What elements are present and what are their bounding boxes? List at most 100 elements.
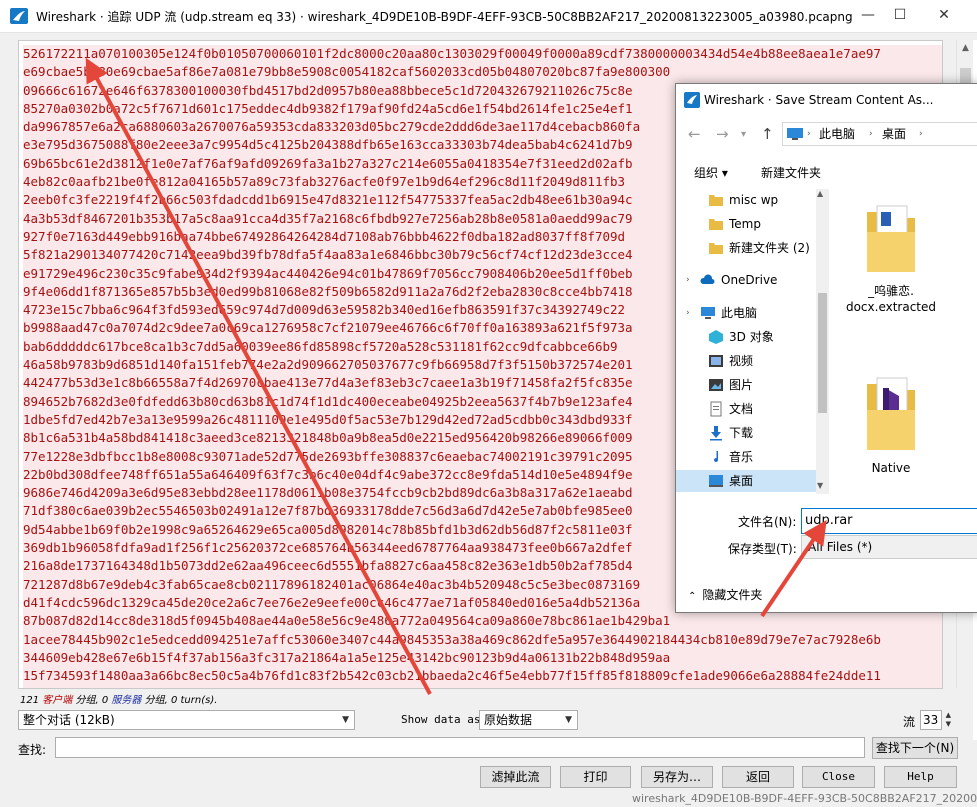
conversation-value: 整个对话 (12kB) <box>23 713 115 727</box>
window-title: Wireshark · 追踪 UDP 流 (udp.stream eq 33) … <box>36 10 853 24</box>
close-button[interactable]: Close <box>802 766 875 788</box>
stream-line: 344609eb428e67e6b15f4f37ab156a3fc317a218… <box>23 648 942 668</box>
tree-item-label: Temp <box>729 217 761 231</box>
dialog-toolbar: 组织 ▾ 新建文件夹 <box>676 157 977 187</box>
stream-number-spinbox[interactable]: 33 ▲ ▼ <box>920 710 951 730</box>
stream-line: 1acee78445b902c1e5edcedd094251e7affc5306… <box>23 630 942 649</box>
dialog-title: Wireshark · Save Stream Content As... <box>704 93 934 107</box>
scroll-up-arrow-icon[interactable]: ▲ <box>957 40 974 57</box>
cloud-icon <box>700 272 716 288</box>
window-titlebar: Wireshark · 追踪 UDP 流 (udp.stream eq 33) … <box>0 0 977 33</box>
tree-item-label: 文档 <box>729 402 754 416</box>
document-icon <box>708 401 724 417</box>
folder-icon <box>708 192 724 208</box>
find-input[interactable] <box>55 737 865 758</box>
wireshark-fin-icon <box>10 8 28 24</box>
breadcrumb-chevron-icon: › <box>869 129 873 139</box>
organize-button[interactable]: 组织 ▾ <box>694 164 728 181</box>
save-as-button[interactable]: 另存为… <box>641 766 713 788</box>
data-format-select[interactable]: 原始数据 ▼ <box>479 710 578 730</box>
filter-out-stream-button[interactable]: 滤掉此流 <box>480 766 551 788</box>
forward-arrow-icon[interactable]: → <box>716 125 729 143</box>
file-item-extracted-folder[interactable]: _呜骓恋. docx.extracted <box>836 202 946 315</box>
chevron-down-icon: ▼ <box>565 715 572 725</box>
client-packet-count: 121 <box>20 695 40 706</box>
find-next-button[interactable]: 查找下一个(N) <box>872 737 958 759</box>
tree-item-label: OneDrive <box>721 273 778 287</box>
hide-folders-button[interactable]: ⌃ 隐藏文件夹 <box>688 586 762 603</box>
client-label: 客户端 <box>42 695 73 706</box>
breadcrumb-this-pc[interactable]: 此电脑 <box>819 123 855 145</box>
server-label: 服务器 <box>111 695 142 706</box>
computer-icon <box>700 305 716 321</box>
packets-word-2: 分组, <box>144 695 168 706</box>
background-window-caption: wireshark_4D9DE10B-B9DF-4EFF-93CB-50C8BB… <box>632 792 977 805</box>
turns-count: 0 turn(s). <box>170 695 218 706</box>
scroll-up-arrow-icon[interactable]: ▲ <box>817 189 823 198</box>
filename-input[interactable]: udp.rar <box>801 508 977 534</box>
filetype-select[interactable]: All Files (*) <box>801 535 977 559</box>
folder-vs-icon <box>867 377 915 450</box>
new-folder-button[interactable]: 新建文件夹 <box>761 164 821 181</box>
back-arrow-icon[interactable]: ← <box>688 125 701 143</box>
file-item-native-folder[interactable]: Native <box>836 374 946 475</box>
tree-item-label: misc wp <box>729 193 779 207</box>
tree-item-label: 此电脑 <box>721 306 758 320</box>
tree-item[interactable]: 下载 <box>676 422 816 444</box>
spin-arrows-icon[interactable]: ▲ ▼ <box>946 711 951 729</box>
wireshark-fin-icon <box>684 92 700 108</box>
stream-line: 526172211a070100305e124f0b01050700060101… <box>23 45 942 64</box>
expand-chevron-icon[interactable]: › <box>686 269 690 291</box>
tree-item[interactable]: 图片 <box>676 374 816 396</box>
tree-item[interactable]: 文档 <box>676 398 816 420</box>
tree-item-label: 新建文件夹 (2) <box>729 241 810 255</box>
stream-line: 15f734593f1480aa3a66bc8ec50c5a4b76fd1c83… <box>23 667 942 686</box>
tree-scrollbar[interactable]: ▲ ▼ <box>816 189 829 494</box>
cube-icon <box>708 329 724 345</box>
dialog-titlebar: Wireshark · Save Stream Content As... <box>676 84 977 116</box>
server-packet-count: 0 <box>101 695 109 706</box>
expand-chevron-icon[interactable]: › <box>686 302 690 324</box>
tree-item[interactable]: 视频 <box>676 350 816 372</box>
stream-line: 87b087d82d14cc8de318d5f0945b408ae44a0e58… <box>23 612 942 631</box>
music-icon <box>708 449 724 465</box>
folder-icon <box>708 216 724 232</box>
close-window-button[interactable]: ✕ <box>922 0 966 32</box>
tree-item-label: 3D 对象 <box>729 330 774 344</box>
show-data-as-label: Show data as <box>401 713 481 726</box>
print-button[interactable]: 打印 <box>560 766 631 788</box>
download-icon <box>708 425 724 441</box>
breadcrumb-chevron-icon: › <box>807 129 811 139</box>
history-chevron-icon[interactable]: ▾ <box>741 129 746 140</box>
chevron-up-icon: ⌃ <box>688 591 697 602</box>
tree-item[interactable]: Temp <box>676 213 816 235</box>
tree-item[interactable]: 新建文件夹 (2) <box>676 237 816 259</box>
back-button[interactable]: 返回 <box>722 766 794 788</box>
scroll-down-arrow-icon[interactable]: ▼ <box>817 481 823 490</box>
file-name: _呜骓恋. docx.extracted <box>845 284 937 314</box>
up-arrow-icon[interactable]: ↑ <box>761 125 774 143</box>
video-icon <box>708 353 724 369</box>
tree-item[interactable]: 3D 对象 <box>676 326 816 348</box>
address-bar[interactable]: › 此电脑 › 桌面 › <box>782 122 977 146</box>
tree-item[interactable]: misc wp <box>676 189 816 211</box>
folder-doc-icon <box>867 205 915 272</box>
data-format-value: 原始数据 <box>484 713 533 727</box>
chevron-down-icon: ▼ <box>342 715 349 725</box>
tree-item-label: 下载 <box>729 426 754 440</box>
tree-item[interactable]: › OneDrive <box>676 269 816 291</box>
file-name: Native <box>871 461 911 475</box>
maximize-button[interactable]: ☐ <box>878 0 922 32</box>
tree-item[interactable]: 桌面 <box>676 470 816 492</box>
conversation-select[interactable]: 整个对话 (12kB) ▼ <box>18 710 355 730</box>
stream-line: e69cbae5bc80e69cbae5af86e7a081e79bb8e590… <box>23 63 942 82</box>
tree-item[interactable]: › 此电脑 <box>676 302 816 324</box>
breadcrumb-chevron-icon: › <box>919 129 923 139</box>
tree-scrollbar-thumb[interactable] <box>818 293 827 413</box>
filetype-label: 保存类型(T): <box>728 542 797 556</box>
desktop-icon <box>708 473 724 489</box>
tree-item-label: 桌面 <box>729 474 754 488</box>
help-button[interactable]: Help <box>884 766 957 788</box>
breadcrumb-desktop[interactable]: 桌面 <box>882 123 906 145</box>
tree-item[interactable]: 音乐 <box>676 446 816 468</box>
